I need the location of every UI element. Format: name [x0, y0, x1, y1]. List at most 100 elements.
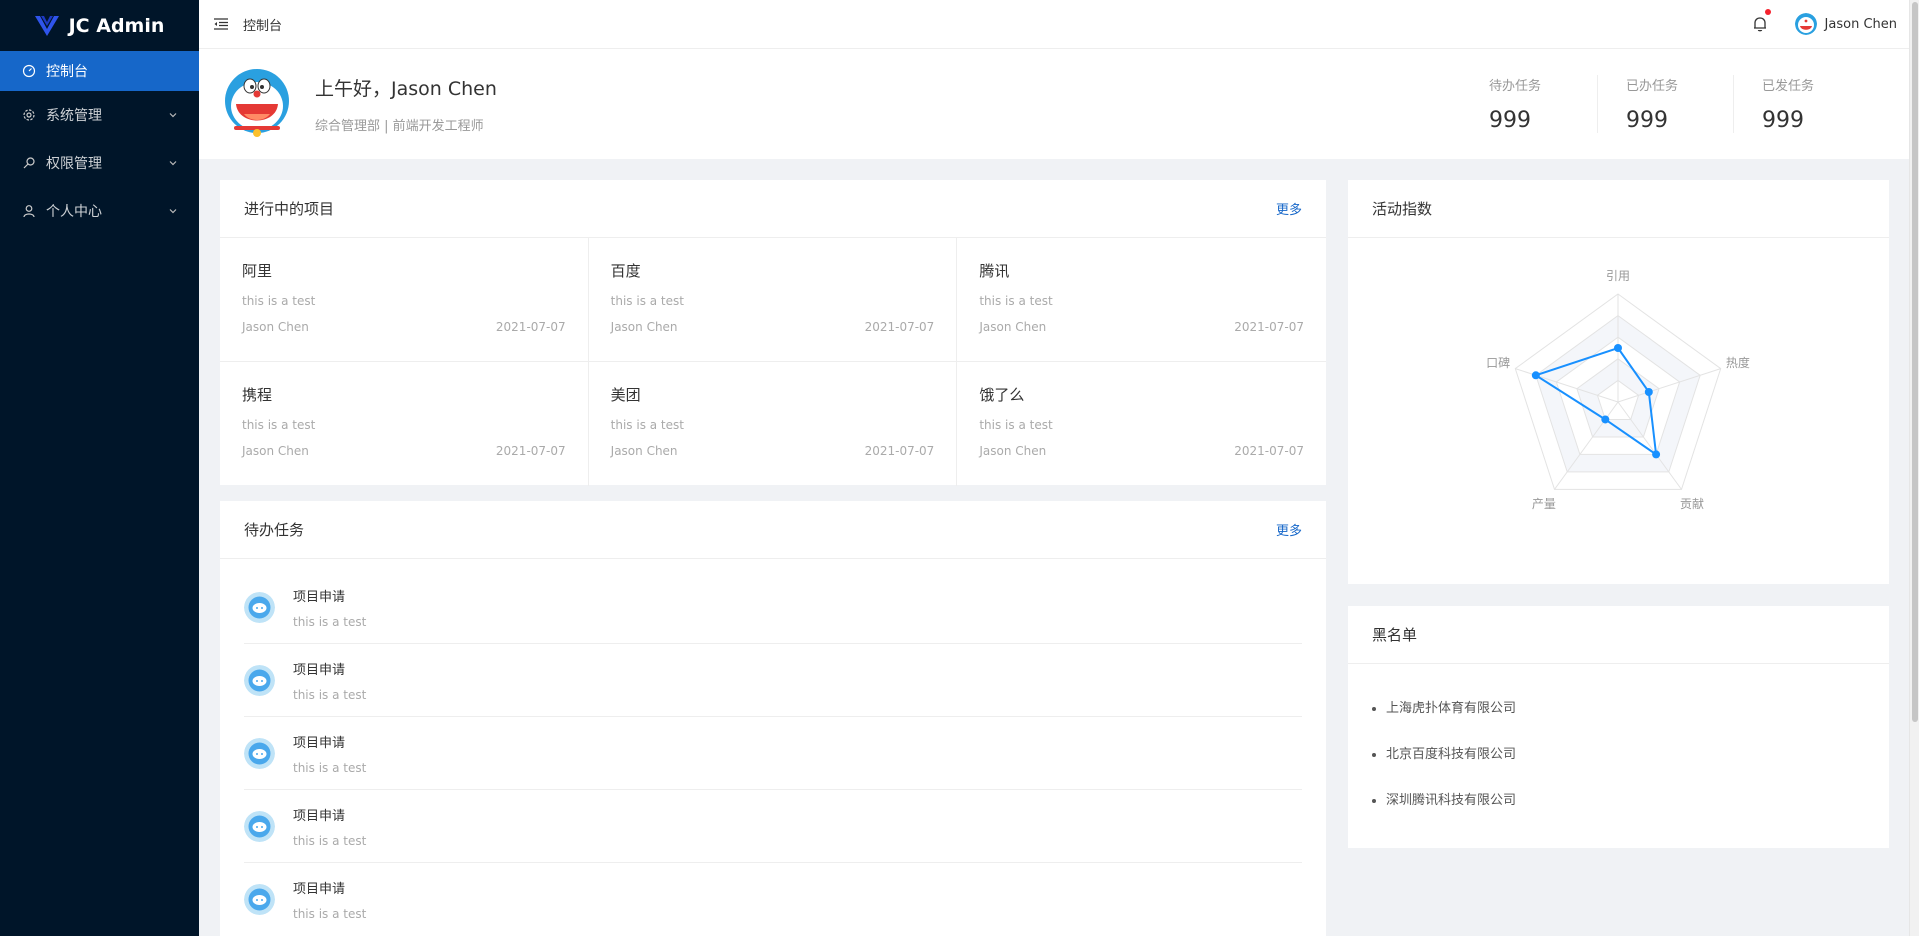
page-scrollbar[interactable]: [1909, 0, 1919, 936]
project-date: 2021-07-07: [495, 444, 566, 458]
project-card[interactable]: 饿了么 this is a test Jason Chen 2021-07-07: [957, 362, 1326, 486]
radar-indicator-label: 产量: [1532, 497, 1556, 511]
project-owner: Jason Chen: [610, 444, 678, 458]
chevron-down-icon: [167, 205, 179, 217]
project-desc: this is a test: [610, 294, 684, 308]
sidebar-item-permission[interactable]: 权限管理: [0, 139, 199, 187]
project-name: 阿里: [242, 262, 273, 280]
sidebar-item-label: 系统管理: [46, 108, 102, 124]
welcome-panel: 上午好，Jason Chen 综合管理部 | 前端开发工程师 待办任务 999 …: [199, 49, 1909, 159]
stat-value: 999: [1762, 108, 1804, 133]
project-grid: 阿里 this is a test Jason Chen 2021-07-07 百…: [220, 238, 1326, 486]
project-name: 腾讯: [979, 262, 1010, 280]
dashboard-icon: [22, 64, 36, 78]
projects-more-link[interactable]: 更多: [1276, 199, 1302, 218]
project-card[interactable]: 携程 this is a test Jason Chen 2021-07-07: [220, 362, 589, 486]
avatar: [224, 68, 290, 140]
project-owner: Jason Chen: [610, 320, 678, 334]
todo-list: 项目申请 this is a test 项目申请 this is a test …: [220, 571, 1326, 936]
radar-indicator-label: 口碑: [1486, 355, 1510, 370]
task-stats: 待办任务 999 已办任务 999 已发任务 999: [1461, 75, 1869, 133]
app-logo[interactable]: JC Admin: [0, 0, 199, 51]
stat-value: 999: [1489, 108, 1531, 133]
project-card[interactable]: 百度 this is a test Jason Chen 2021-07-07: [588, 238, 958, 362]
stat-label: 已办任务: [1626, 79, 1679, 94]
project-date: 2021-07-07: [495, 320, 566, 334]
stat-done[interactable]: 已办任务 999: [1597, 75, 1733, 133]
radar-data-point[interactable]: [1614, 344, 1622, 352]
list-item[interactable]: 项目申请 this is a test: [244, 717, 1302, 790]
sidebar-item-profile[interactable]: 个人中心: [0, 187, 199, 235]
todo-title: 项目申请: [293, 808, 346, 824]
project-desc: this is a test: [242, 294, 316, 308]
list-item[interactable]: 项目申请 this is a test: [244, 863, 1302, 936]
stat-label: 待办任务: [1489, 79, 1542, 94]
list-item[interactable]: 项目申请 this is a test: [244, 644, 1302, 717]
sidebar-item-dashboard[interactable]: 控制台: [0, 51, 199, 91]
chat-avatar-icon: [244, 810, 275, 842]
todos-more-link[interactable]: 更多: [1276, 520, 1302, 539]
list-item[interactable]: 北京百度科技有限公司: [1386, 732, 1865, 778]
project-card[interactable]: 阿里 this is a test Jason Chen 2021-07-07: [220, 238, 589, 362]
key-icon: [22, 156, 36, 170]
chat-avatar-icon: [244, 591, 275, 623]
radar-indicator-label: 引用: [1606, 269, 1630, 283]
todo-desc: this is a test: [293, 614, 367, 629]
todo-title: 项目申请: [293, 735, 346, 751]
project-card[interactable]: 美团 this is a test Jason Chen 2021-07-07: [589, 362, 958, 486]
sidebar-item-label: 权限管理: [46, 156, 102, 172]
chat-avatar-icon: [244, 737, 275, 769]
list-item[interactable]: 项目申请 this is a test: [244, 790, 1302, 863]
stat-label: 已发任务: [1762, 79, 1815, 94]
vue-logo-icon: [34, 15, 59, 36]
project-desc: this is a test: [979, 418, 1053, 432]
sidebar-item-system[interactable]: 系统管理: [0, 91, 199, 139]
radar-data-point[interactable]: [1644, 387, 1653, 396]
project-name: 美团: [610, 386, 641, 404]
stat-pending[interactable]: 待办任务 999: [1461, 75, 1597, 133]
project-name: 饿了么: [979, 386, 1025, 404]
project-card[interactable]: 腾讯 this is a test Jason Chen 2021-07-07: [957, 238, 1326, 362]
radar-data-point[interactable]: [1531, 371, 1540, 380]
scrollbar-thumb[interactable]: [1912, 2, 1918, 722]
project-desc: this is a test: [242, 418, 316, 432]
todo-title: 项目申请: [293, 662, 346, 678]
projects-card: 进行中的项目 更多 阿里 this is a test Jason Chen 20…: [220, 180, 1326, 486]
project-date: 2021-07-07: [1234, 320, 1304, 334]
bell-icon[interactable]: [1751, 9, 1771, 33]
radar-indicator-label: 热度: [1726, 355, 1750, 370]
greeting-title: 上午好，Jason Chen: [315, 78, 497, 100]
chevron-down-icon: [167, 157, 179, 169]
radar-chart: 引用 热度 贡献 产量 口碑: [1348, 238, 1889, 584]
stat-value: 999: [1626, 108, 1668, 133]
app-title: JC Admin: [68, 14, 165, 37]
user-icon: [22, 204, 36, 218]
radar-data-point[interactable]: [1652, 450, 1661, 459]
stat-sent[interactable]: 已发任务 999: [1733, 75, 1869, 133]
blacklist-card: 黑名单 上海虎扑体育有限公司 北京百度科技有限公司 深圳腾讯科技有限公司: [1348, 606, 1889, 848]
todo-title: 项目申请: [293, 882, 346, 897]
greeting-subtitle: 综合管理部 | 前端开发工程师: [315, 119, 484, 134]
activity-card: 活动指数 引用 热度 贡献 产量 口碑: [1348, 180, 1889, 584]
project-date: 2021-07-07: [864, 320, 935, 334]
project-owner: Jason Chen: [979, 444, 1047, 458]
project-name: 携程: [242, 386, 273, 404]
notification-dot: [1764, 9, 1771, 15]
list-item[interactable]: 项目申请 this is a test: [244, 571, 1302, 644]
gear-icon: [22, 108, 36, 122]
radar-data-point[interactable]: [1601, 415, 1610, 424]
top-bar: 控制台 Jason Chen: [199, 0, 1909, 49]
card-title: 活动指数: [1372, 200, 1433, 218]
chat-avatar-icon: [244, 884, 275, 915]
todo-desc: this is a test: [293, 907, 367, 921]
breadcrumb[interactable]: 控制台: [243, 15, 282, 34]
project-owner: Jason Chen: [979, 320, 1047, 334]
todo-card: 待办任务 更多 项目申请 this is a test 项目申请 this is…: [220, 501, 1326, 936]
sidebar-item-label: 控制台: [46, 64, 88, 80]
user-menu[interactable]: Jason Chen: [1794, 13, 1897, 35]
project-desc: this is a test: [979, 294, 1053, 308]
list-item[interactable]: 上海虎扑体育有限公司: [1386, 686, 1865, 732]
menu-fold-icon[interactable]: [213, 16, 229, 32]
list-item[interactable]: 深圳腾讯科技有限公司: [1386, 778, 1865, 824]
todo-desc: this is a test: [293, 760, 367, 775]
